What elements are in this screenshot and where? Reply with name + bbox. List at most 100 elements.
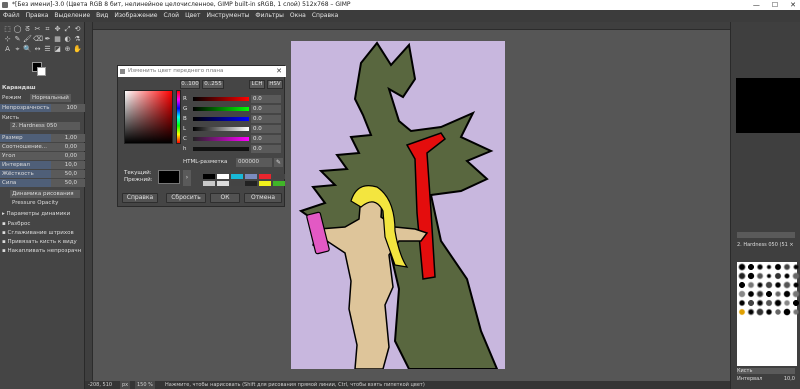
brush-select[interactable]: 2. Hardness 050 [10,122,80,130]
brush-thumb[interactable] [783,308,791,316]
brush-thumb[interactable] [747,281,755,289]
brush-thumb[interactable] [756,299,764,307]
eraser-tool-icon[interactable]: ⌫ [33,35,43,44]
background-color[interactable] [37,67,46,76]
menu-layer[interactable]: Слой [163,10,179,22]
channel-l-value[interactable]: 0.0 [251,125,281,133]
ok-button[interactable]: ОК [210,193,240,203]
mode-row[interactable]: Режим Нормальный [0,94,85,102]
brush-thumb[interactable] [792,290,800,298]
align-tool-icon[interactable]: ⊹ [3,35,12,44]
smooth-checkbox[interactable]: ▪ Сглаживание штрихов [0,229,85,237]
hardness-slider[interactable]: Жёсткость 50,0 [0,170,85,178]
brush-thumb[interactable] [765,290,773,298]
channel-h-slider[interactable] [193,147,249,151]
brush-thumb[interactable] [792,263,800,271]
channel-b-row[interactable]: B 0.0 [183,115,283,123]
gradient-tool-icon[interactable]: ▦ [53,35,62,44]
channel-l-row[interactable]: L 0.0 [183,125,283,133]
opacity-slider[interactable]: Непрозрачность 100 [0,104,85,112]
channel-h-row[interactable]: h 0.0 [183,145,283,153]
channel-c-value[interactable]: 0.0 [251,135,281,143]
unit-select[interactable]: px [120,381,131,389]
menu-help[interactable]: Справка [312,10,338,22]
saturation-value-picker[interactable] [124,90,173,144]
lock-brush-checkbox[interactable]: ▪ Привязать кисть к виду [0,238,85,246]
brush-thumb[interactable] [738,281,746,289]
eyedropper-icon[interactable]: ✎ [274,158,283,167]
brush-thumb[interactable] [756,308,764,316]
menu-color[interactable]: Цвет [185,10,200,22]
brush-thumb[interactable] [783,290,791,298]
channel-l-slider[interactable] [193,127,249,131]
ink-tool-icon[interactable]: ✒ [43,35,52,44]
menu-select[interactable]: Выделение [54,10,90,22]
dynamics-select[interactable]: Динамика рисования [10,190,80,198]
brush-thumb[interactable] [783,281,791,289]
channel-r-slider[interactable] [193,97,249,101]
brush-thumb[interactable] [774,308,782,316]
close-button[interactable]: ✕ [790,0,796,10]
brush-thumb[interactable] [738,299,746,307]
aspect-ratio-slider[interactable]: Соотношение... 0,00 [0,143,85,151]
menu-tools[interactable]: Инструменты [206,10,249,22]
brush-thumb[interactable] [747,299,755,307]
channel-g-row[interactable]: G 0.0 [183,105,283,113]
brush-thumb[interactable] [783,299,791,307]
lch-toggle[interactable]: LCH [249,80,265,89]
hsv-toggle[interactable]: HSV [267,80,283,89]
fg-bg-color-swatch[interactable] [32,62,46,76]
menu-view[interactable]: Вид [96,10,108,22]
dodge-tool-icon[interactable]: ◐ [63,35,72,44]
ellipse-select-tool-icon[interactable]: ◯ [13,25,22,34]
hue-strip[interactable] [176,90,181,144]
menu-file[interactable]: Файл [3,10,20,22]
channel-c-row[interactable]: C 0.0 [183,135,283,143]
history-swatch[interactable] [273,174,285,179]
history-swatch[interactable] [259,181,271,186]
rect-select-tool-icon[interactable]: ⬚ [3,25,12,34]
brush-thumb[interactable] [774,281,782,289]
brush-thumb[interactable] [756,263,764,271]
channel-c-slider[interactable] [193,137,249,141]
brush-thumb[interactable] [738,263,746,271]
history-swatch[interactable] [273,181,285,186]
channel-g-slider[interactable] [193,107,249,111]
brush-thumb[interactable] [765,308,773,316]
zoom-tool-icon[interactable]: 🔍 [23,45,32,54]
brush-thumb[interactable] [774,272,782,280]
maximize-button[interactable]: ☐ [772,0,778,10]
bucket-fill-tool-icon[interactable]: ◪ [53,45,62,54]
brush-thumb[interactable] [756,281,764,289]
channel-g-value[interactable]: 0.0 [251,105,281,113]
brush-thumb[interactable] [783,272,791,280]
brush-tag-field[interactable]: Кисть [737,368,795,374]
brush-thumb[interactable] [765,299,773,307]
history-swatch[interactable] [203,174,215,179]
history-swatch[interactable] [245,181,257,186]
brush-thumb[interactable] [747,263,755,271]
spacing-slider[interactable]: Интервал 10,0 [0,161,85,169]
html-notation-input[interactable]: 000000 [236,158,272,167]
brush-thumb[interactable] [792,308,800,316]
brush-thumb[interactable] [783,263,791,271]
dynamics-options-toggle[interactable]: ▸ Параметры динамики [0,210,85,218]
paths-tool-icon[interactable]: ☰ [43,45,52,54]
paintbrush-tool-icon[interactable]: 🖌 [23,35,32,44]
minimize-button[interactable]: — [753,0,760,10]
history-swatch[interactable] [203,181,215,186]
navigation-preview[interactable] [736,78,800,133]
text-tool-icon[interactable]: A [3,45,12,54]
cancel-button[interactable]: Отмена [244,193,282,203]
channel-h-value[interactable]: 0.0 [251,145,281,153]
brush-thumb[interactable] [792,281,800,289]
channel-r-row[interactable]: R 0.0 [183,95,283,103]
range-0-100-toggle[interactable]: 0..100 [180,80,200,89]
menu-image[interactable]: Изображение [114,10,157,22]
brush-thumb[interactable] [756,290,764,298]
incremental-checkbox[interactable]: ▪ Накапливать непрозрачн [0,247,85,255]
brush-thumb[interactable] [792,272,800,280]
brush-filter-field[interactable] [737,232,795,238]
smudge-tool-icon[interactable]: ⚗ [73,35,82,44]
help-button[interactable]: Справка [122,193,158,203]
